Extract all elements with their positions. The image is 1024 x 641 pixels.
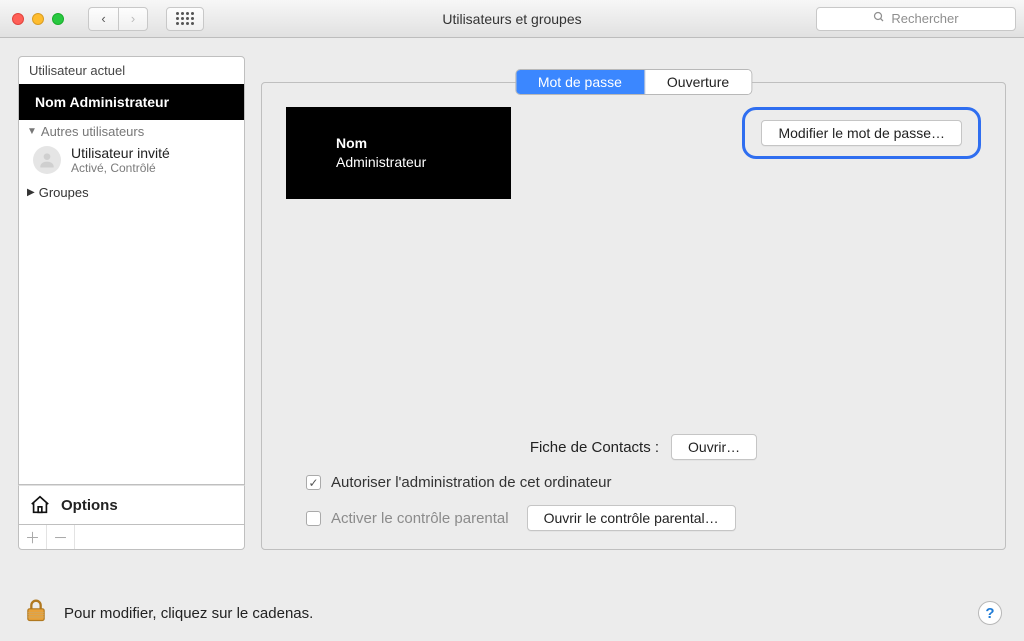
enable-parental-row: ✓ Activer le contrôle parental Ouvrir le… — [306, 505, 736, 531]
tab-segmented-control: Mot de passe Ouverture — [515, 69, 752, 95]
forward-button[interactable]: › — [118, 7, 148, 31]
show-all-prefs-button[interactable] — [166, 7, 204, 31]
nav-group: ‹ › — [88, 7, 148, 31]
enable-parental-checkbox[interactable]: ✓ — [306, 511, 321, 526]
profile-line2: Administrateur — [336, 153, 426, 172]
groups-section-header[interactable]: ▶ Groupes — [19, 179, 244, 206]
lock-hint-text: Pour modifier, cliquez sur le cadenas. — [64, 605, 313, 622]
allow-admin-checkbox[interactable]: ✓ — [306, 475, 321, 490]
zoom-window-button[interactable] — [52, 13, 64, 25]
search-input[interactable]: Rechercher — [816, 7, 1016, 31]
guest-user-name: Utilisateur invité — [71, 145, 170, 161]
users-list: Utilisateur actuel Nom Administrateur ▼ … — [18, 56, 245, 485]
add-remove-bar: ＋ － — [18, 524, 245, 550]
sidebar-item-current-user[interactable]: Nom Administrateur — [19, 84, 244, 120]
sidebar-item-guest-user[interactable]: Utilisateur invité Activé, Contrôlé — [19, 143, 244, 179]
close-window-button[interactable] — [12, 13, 24, 25]
user-detail-panel: Mot de passe Ouverture Nom Administrateu… — [261, 82, 1006, 550]
enable-parental-label: Activer le contrôle parental — [331, 510, 509, 527]
contacts-card-row: Fiche de Contacts : Ouvrir… — [530, 434, 757, 460]
user-avatar-tile[interactable]: Nom Administrateur — [286, 107, 511, 199]
grid-icon — [176, 12, 194, 25]
contacts-card-label: Fiche de Contacts : — [530, 439, 659, 456]
window-controls — [12, 13, 64, 25]
main-area: Utilisateur actuel Nom Administrateur ▼ … — [0, 38, 1024, 568]
lock-icon[interactable] — [22, 596, 50, 631]
search-placeholder: Rechercher — [891, 11, 958, 26]
minimize-window-button[interactable] — [32, 13, 44, 25]
remove-user-button[interactable]: － — [47, 525, 75, 549]
allow-admin-row: ✓ Autoriser l'administration de cet ordi… — [306, 474, 612, 491]
back-button[interactable]: ‹ — [88, 7, 118, 31]
change-password-highlight: Modifier le mot de passe… — [742, 107, 981, 159]
other-users-label: Autres utilisateurs — [41, 124, 144, 139]
profile-line1: Nom — [336, 134, 426, 153]
avatar-icon — [33, 146, 61, 174]
open-parental-controls-button[interactable]: Ouvrir le contrôle parental… — [527, 505, 736, 531]
titlebar: ‹ › Utilisateurs et groupes Rechercher — [0, 0, 1024, 38]
current-user-section-label: Utilisateur actuel — [19, 57, 244, 84]
chevron-right-icon: › — [131, 11, 135, 26]
search-icon — [873, 11, 885, 26]
add-user-button[interactable]: ＋ — [19, 525, 47, 549]
disclosure-triangle-down-icon: ▼ — [27, 126, 37, 137]
login-options-label: Options — [61, 497, 118, 514]
account-options-block: Fiche de Contacts : Ouvrir… ✓ Autoriser … — [286, 434, 981, 531]
users-sidebar: Utilisateur actuel Nom Administrateur ▼ … — [18, 56, 245, 550]
open-contacts-button[interactable]: Ouvrir… — [671, 434, 757, 460]
change-password-button[interactable]: Modifier le mot de passe… — [761, 120, 962, 146]
guest-user-status: Activé, Contrôlé — [71, 161, 170, 175]
panel-body: Nom Administrateur Modifier le mot de pa… — [262, 83, 1005, 549]
tab-password[interactable]: Mot de passe — [516, 70, 645, 94]
lock-footer: Pour modifier, cliquez sur le cadenas. ? — [0, 585, 1024, 641]
chevron-left-icon: ‹ — [101, 11, 105, 26]
profile-header-row: Nom Administrateur Modifier le mot de pa… — [286, 107, 981, 199]
home-icon — [29, 494, 51, 516]
tab-login-items[interactable]: Ouverture — [645, 70, 751, 94]
other-users-section-header[interactable]: ▼ Autres utilisateurs — [19, 120, 244, 143]
disclosure-triangle-right-icon: ▶ — [27, 187, 35, 198]
groups-label: Groupes — [39, 185, 89, 200]
login-options-row[interactable]: Options — [18, 485, 245, 524]
help-button[interactable]: ? — [978, 601, 1002, 625]
allow-admin-label: Autoriser l'administration de cet ordina… — [331, 474, 612, 491]
